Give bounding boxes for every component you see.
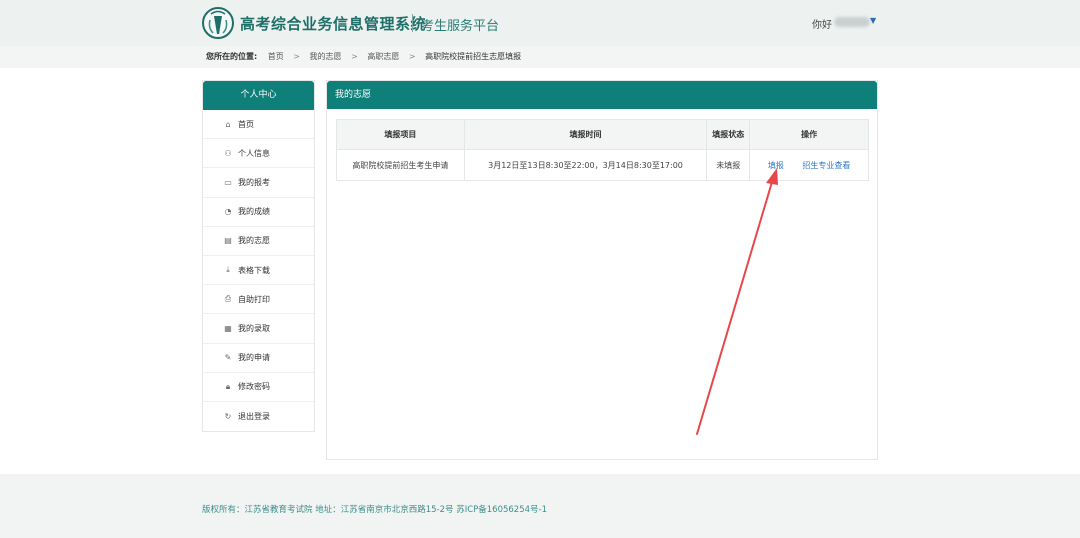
breadcrumb-current: 高职院校提前招生志愿填报 <box>425 52 522 61</box>
sidebar-item-label: 我的志愿 <box>238 236 270 246</box>
volunteer-table: 填报项目 填报时间 填报状态 操作 高职院校提前招生考生申请 3月12日至13日… <box>336 119 869 181</box>
sidebar-item-home[interactable]: ⌂ 首页 <box>203 110 314 140</box>
time-cell: 3月12日至13日8:30至22:00，3月14日8:30至17:00 <box>463 149 708 181</box>
download-icon: ⤓ <box>226 265 230 275</box>
chevron-down-icon[interactable]: ▼ <box>870 16 876 25</box>
sidebar-item-admission[interactable]: ▦ 我的录取 <box>203 314 314 344</box>
column-header: 填报时间 <box>463 119 708 150</box>
sidebar-item-volunteer[interactable]: ▤ 我的志愿 <box>203 227 314 256</box>
panel-title: 我的志愿 <box>327 81 877 109</box>
sidebar-item-scores[interactable]: ◔ 我的成绩 <box>203 198 314 227</box>
breadcrumb-bar: 您所在的位置: 首页 > 我的志愿 > 高职志愿 > 高职院校提前招生志愿填报 <box>0 46 1080 68</box>
footer-copyright: 版权所有：江苏省教育考试院 地址：江苏省南京市北京西路15-2号 苏ICP备16… <box>202 505 548 515</box>
logo-icon <box>202 7 234 39</box>
username-redacted[interactable] <box>834 17 870 27</box>
footer: 版权所有：江苏省教育考试院 地址：江苏省南京市北京西路15-2号 苏ICP备16… <box>0 474 1080 538</box>
sidebar-item-label: 自助打印 <box>238 294 270 304</box>
breadcrumb-my-volunteer[interactable]: 我的志愿 <box>310 52 342 61</box>
sidebar-item-label: 首页 <box>238 119 254 129</box>
column-header: 填报项目 <box>336 119 465 150</box>
sidebar-item-print[interactable]: ⎙ 自助打印 <box>203 285 314 315</box>
document-icon: ▤ <box>224 236 232 246</box>
table-row: 高职院校提前招生考生申请 3月12日至13日8:30至22:00，3月14日8:… <box>336 149 869 181</box>
printer-icon: ⎙ <box>224 294 232 304</box>
table-header-row: 填报项目 填报时间 填报状态 操作 <box>336 119 869 150</box>
sidebar-item-label: 退出登录 <box>238 411 270 421</box>
sidebar-item-label: 我的报考 <box>238 177 270 187</box>
user-icon: ⚇ <box>224 148 232 158</box>
logout-icon: ↻ <box>224 411 232 421</box>
breadcrumb-lead: 您所在的位置: <box>206 52 258 61</box>
volunteer-panel: 我的志愿 填报项目 填报时间 填报状态 操作 高职院校提前招生考生申请 3月12… <box>326 80 878 460</box>
actions-cell: 填报 招生专业查看 <box>749 149 869 181</box>
edit-icon: ✎ <box>224 353 232 363</box>
top-bar: 高考综合业务信息管理系统 考生服务平台 你好 ▼ <box>0 0 1080 46</box>
breadcrumb-separator: > <box>293 52 300 61</box>
lock-icon: 🔒︎ <box>225 381 231 391</box>
column-header: 填报状态 <box>706 119 751 150</box>
view-majors-link[interactable]: 招生专业查看 <box>802 161 850 170</box>
system-title: 高考综合业务信息管理系统 <box>240 15 427 33</box>
sidebar-title: 个人中心 <box>203 81 314 110</box>
sidebar-item-label: 修改密码 <box>238 382 270 392</box>
sidebar-item-label: 表格下载 <box>238 265 270 275</box>
breadcrumb: 您所在的位置: 首页 > 我的志愿 > 高职志愿 > 高职院校提前招生志愿填报 <box>206 51 521 62</box>
id-card-icon: ▭ <box>224 177 232 187</box>
title-divider <box>412 14 413 32</box>
platform-label: 考生服务平台 <box>421 19 500 34</box>
sidebar-item-password[interactable]: 🔒︎ 修改密码 <box>203 373 314 402</box>
breadcrumb-home[interactable]: 首页 <box>268 52 284 61</box>
breadcrumb-separator: > <box>408 52 416 61</box>
breadcrumb-separator: > <box>351 52 358 61</box>
fill-in-link[interactable]: 填报 <box>768 161 784 170</box>
greeting-text: 你好 <box>812 20 832 31</box>
pie-chart-icon: ◔ <box>224 207 232 217</box>
sidebar-item-downloads[interactable]: ⤓ 表格下载 <box>203 256 314 286</box>
sidebar-item-label: 我的申请 <box>238 353 270 363</box>
status-cell: 未填报 <box>706 149 751 181</box>
calendar-icon: ▦ <box>224 323 232 333</box>
sidebar-item-label: 我的成绩 <box>238 207 270 217</box>
sidebar-item-applications[interactable]: ✎ 我的申请 <box>203 344 314 373</box>
project-cell: 高职院校提前招生考生申请 <box>336 149 465 181</box>
sidebar-item-label: 个人信息 <box>238 148 270 158</box>
sidebar-item-label: 我的录取 <box>238 323 270 333</box>
home-icon: ⌂ <box>225 119 231 129</box>
sidebar: 个人中心 ⌂ 首页 ⚇ 个人信息 ▭ 我的报考 ◔ 我的成绩 ▤ 我的志愿 ⤓ … <box>202 80 315 432</box>
breadcrumb-vocational[interactable]: 高职志愿 <box>367 52 399 61</box>
column-header: 操作 <box>749 119 869 150</box>
sidebar-item-registration[interactable]: ▭ 我的报考 <box>203 168 314 198</box>
sidebar-item-logout[interactable]: ↻ 退出登录 <box>203 402 314 431</box>
sidebar-item-profile[interactable]: ⚇ 个人信息 <box>203 139 314 169</box>
